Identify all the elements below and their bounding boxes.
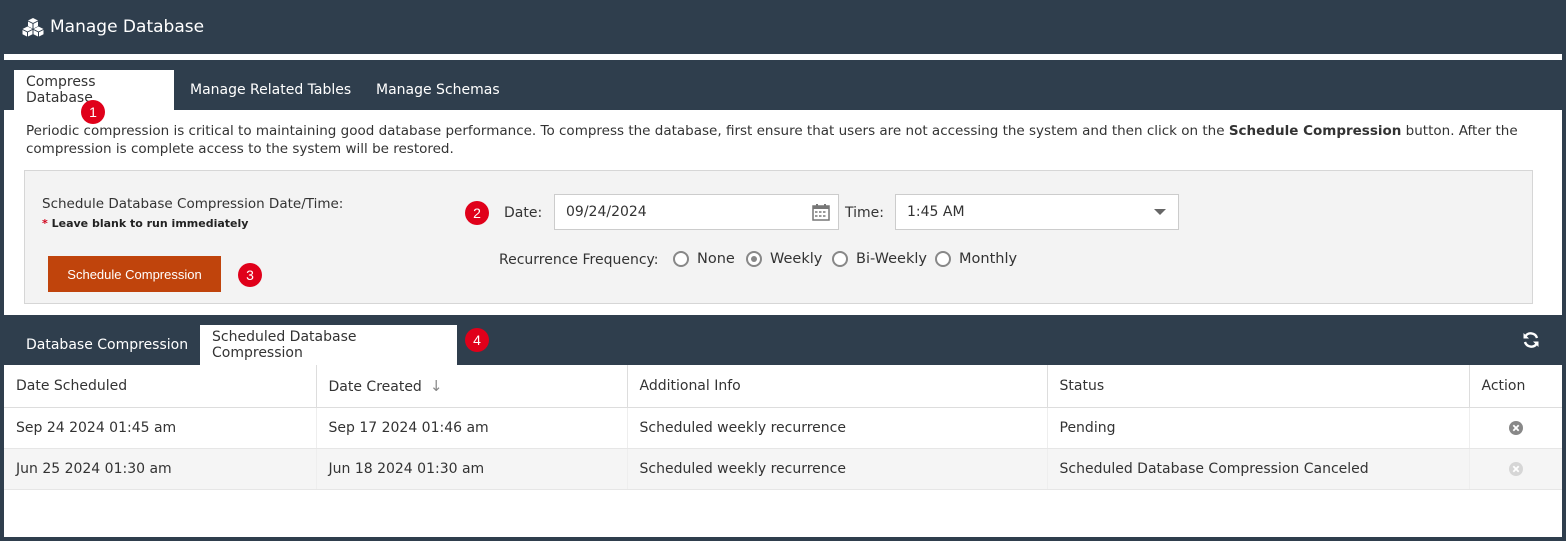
calendar-icon[interactable] (812, 203, 830, 221)
hint-text: Leave blank to run immediately (47, 217, 249, 230)
table-header-row: Date Scheduled Date Created ↓ Additional … (4, 365, 1562, 408)
cell-status: Scheduled Database Compression Canceled (1047, 448, 1470, 490)
time-label: Time: (845, 205, 884, 221)
recurrence-label: Recurrence Frequency: (499, 252, 659, 268)
radio-bi-weekly[interactable]: Bi-Weekly (832, 251, 927, 267)
column-header-additional-info[interactable]: Additional Info (627, 365, 1048, 408)
database-icon (22, 18, 44, 37)
tab-scheduled-database-compression[interactable]: Scheduled Database Compression (200, 325, 457, 365)
cell-status: Pending (1047, 407, 1470, 449)
cancel-icon-disabled (1508, 461, 1523, 476)
schedule-label: Schedule Database Compression Date/Time: (42, 196, 344, 212)
radio-weekly[interactable]: Weekly (746, 251, 822, 267)
tab-manage-schemas[interactable]: Manage Schemas (364, 70, 512, 110)
date-label: Date: (504, 205, 543, 221)
chevron-down-icon (1154, 209, 1166, 215)
scheduled-compression-table: Date Scheduled Date Created ↓ Additional … (4, 365, 1562, 490)
bottom-tab-bar: Database Compression Scheduled Database … (4, 315, 1562, 365)
radio-circle-icon (832, 251, 848, 267)
cell-action (1469, 448, 1562, 490)
cell-action (1469, 407, 1562, 449)
column-header-date-created[interactable]: Date Created ↓ (316, 365, 628, 408)
table-row: Jun 25 2024 01:30 am Jun 18 2024 01:30 a… (4, 448, 1562, 490)
tab-database-compression[interactable]: Database Compression (14, 325, 200, 365)
radio-label: Monthly (959, 251, 1018, 267)
cell-date-scheduled: Sep 24 2024 01:45 am (4, 407, 317, 449)
cell-date-scheduled: Jun 25 2024 01:30 am (4, 448, 317, 490)
cancel-icon[interactable] (1508, 420, 1524, 436)
column-header-status[interactable]: Status (1047, 365, 1470, 408)
manage-database-window: Manage Database Compress Database Manage… (0, 0, 1566, 541)
radio-label: Weekly (770, 251, 823, 267)
radio-circle-icon (673, 251, 689, 267)
content-area: Compress Database Manage Related Tables … (4, 54, 1562, 537)
schedule-compression-button[interactable]: Schedule Compression (48, 256, 221, 292)
schedule-hint: * Leave blank to run immediately (42, 217, 248, 230)
annotation-badge-4: 4 (465, 328, 489, 352)
table-row: Sep 24 2024 01:45 am Sep 17 2024 01:46 a… (4, 407, 1562, 449)
time-select-value: 1:45 AM (907, 204, 965, 220)
radio-label: Bi-Weekly (856, 251, 927, 267)
description-bold-text: Schedule Compression (1228, 123, 1402, 139)
annotation-badge-1: 1 (81, 100, 105, 124)
annotation-badge-3: 3 (238, 263, 262, 287)
radio-none[interactable]: None (673, 251, 735, 267)
tab-manage-related-tables[interactable]: Manage Related Tables (178, 70, 363, 110)
cell-additional-info: Scheduled weekly recurrence (627, 407, 1048, 449)
window-title: Manage Database (50, 17, 205, 37)
radio-monthly[interactable]: Monthly (935, 251, 1017, 267)
radio-circle-icon (935, 251, 951, 267)
annotation-badge-2: 2 (465, 201, 489, 225)
column-header-action: Action (1469, 365, 1562, 408)
sort-down-icon: ↓ (429, 376, 443, 395)
schedule-panel: Schedule Database Compression Date/Time:… (24, 170, 1533, 304)
title-bar: Manage Database (4, 0, 1562, 54)
cell-date-created: Jun 18 2024 01:30 am (316, 448, 628, 490)
radio-checked-icon (746, 251, 762, 267)
column-header-label: Date Created (328, 378, 422, 395)
cell-additional-info: Scheduled weekly recurrence (627, 448, 1048, 490)
description-text: Periodic compression is critical to main… (26, 123, 1229, 139)
date-input[interactable] (554, 194, 839, 230)
time-select[interactable]: 1:45 AM (895, 194, 1179, 230)
cell-date-created: Sep 17 2024 01:46 am (316, 407, 628, 449)
top-tab-bar: Compress Database Manage Related Tables … (4, 60, 1562, 110)
refresh-icon[interactable] (1522, 331, 1540, 349)
radio-label: None (697, 251, 735, 267)
column-header-date-scheduled[interactable]: Date Scheduled (4, 365, 317, 408)
compression-description: Periodic compression is critical to main… (26, 122, 1536, 158)
